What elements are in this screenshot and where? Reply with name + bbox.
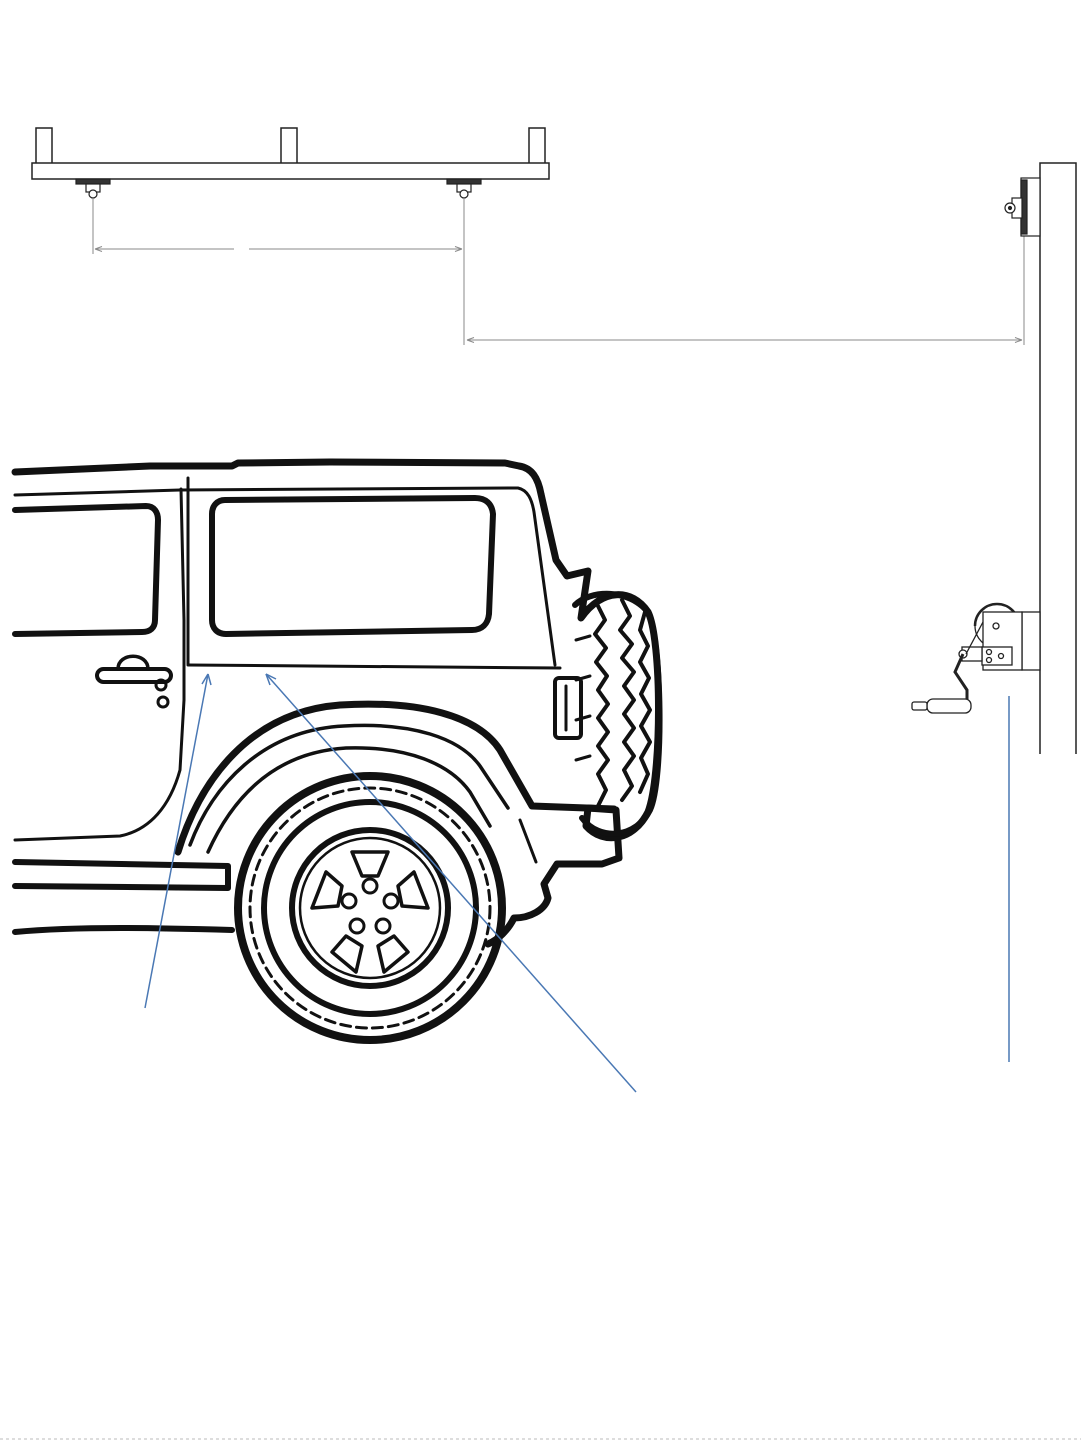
wall — [1039, 162, 1077, 754]
rear-side-window — [209, 495, 496, 637]
rack-upright-left — [35, 127, 53, 165]
hardtop-hoist-diagram — [0, 127, 1081, 1440]
wall-pulley — [1004, 177, 1041, 237]
roof-rack — [31, 127, 550, 180]
jeep-vehicle — [11, 458, 663, 1044]
winch-icon — [911, 602, 1041, 714]
ceiling-pulley-right — [446, 178, 482, 199]
dimension-pulley-to-wall — [466, 236, 1025, 345]
rear-wheel — [234, 772, 506, 1044]
dimension-pulley-spacing — [92, 198, 465, 345]
rocker-panel — [12, 859, 231, 891]
front-door-window — [12, 503, 161, 637]
spare-tire — [572, 590, 663, 837]
ceiling-pulley-left — [75, 178, 111, 199]
rack-crossbar — [31, 162, 550, 180]
door-handle — [95, 654, 173, 709]
rack-upright-right — [528, 127, 546, 165]
tail-light — [553, 676, 583, 740]
rack-upright-center — [280, 127, 298, 165]
callout-line-door-seam — [144, 673, 209, 1009]
